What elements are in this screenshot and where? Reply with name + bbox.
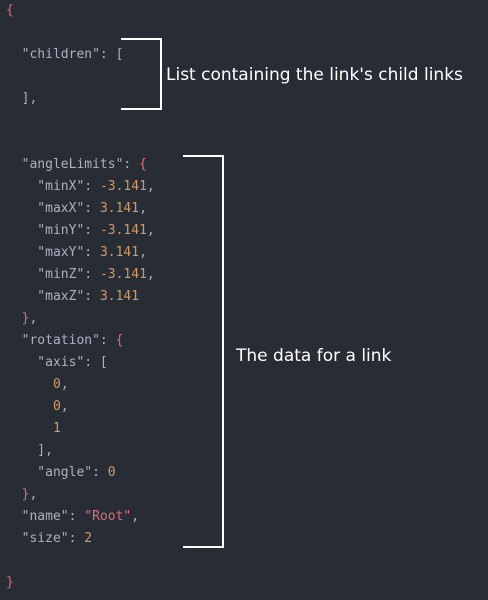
code-line: "maxZ": 3.141 xyxy=(6,286,139,308)
code-token: "minZ" xyxy=(6,267,85,282)
code-token: ], xyxy=(6,443,53,458)
code-token: , xyxy=(29,311,38,326)
code-token: : xyxy=(123,157,140,172)
code-line: "minX": -3.141, xyxy=(6,176,155,198)
code-token: "maxZ" xyxy=(6,289,85,304)
code-token: 1 xyxy=(6,421,61,436)
code-token: 0 xyxy=(107,465,116,480)
code-token: "children" xyxy=(6,47,100,62)
code-line: "name": "Root", xyxy=(6,506,139,528)
code-line: "minZ": -3.141, xyxy=(6,264,155,286)
code-token: "size" xyxy=(6,531,69,546)
code-token: "Root" xyxy=(84,509,132,524)
code-line: ], xyxy=(6,440,53,462)
code-line: "minY": -3.141, xyxy=(6,220,155,242)
code-token: ], xyxy=(6,91,38,106)
code-line: ], xyxy=(6,88,38,110)
code-token: : xyxy=(99,333,116,348)
code-line: "maxX": 3.141, xyxy=(6,198,147,220)
code-line: 1 xyxy=(6,418,61,440)
code-token: "maxY" xyxy=(6,245,85,260)
code-token: : xyxy=(92,465,108,480)
code-line: "axis": [ xyxy=(6,352,108,374)
code-line: { xyxy=(6,0,14,22)
code-token: "angle" xyxy=(6,465,93,480)
code-token: { xyxy=(139,157,147,172)
code-token: -3.141 xyxy=(99,179,147,194)
code-token: -3.141 xyxy=(99,267,147,282)
code-token: : xyxy=(84,289,100,304)
children-bracket xyxy=(121,38,162,110)
code-token: "axis" xyxy=(6,355,85,370)
code-line: "maxY": 3.141, xyxy=(6,242,147,264)
code-token: "name" xyxy=(6,509,69,524)
code-token: 3.141 xyxy=(99,289,140,304)
code-token: : xyxy=(84,223,100,238)
code-token: "maxX" xyxy=(6,201,85,216)
code-token: , xyxy=(146,179,155,194)
code-token: 0 xyxy=(6,377,61,392)
code-line: "children": [ xyxy=(6,44,124,66)
code-token: 3.141 xyxy=(99,201,140,216)
code-token: , xyxy=(29,487,38,502)
code-line: }, xyxy=(6,484,38,506)
code-line: "angle": 0 xyxy=(6,462,116,484)
code-token: , xyxy=(60,377,69,392)
code-token: } xyxy=(6,575,14,590)
code-token: : xyxy=(84,267,100,282)
code-token: , xyxy=(146,267,155,282)
code-token: , xyxy=(139,245,147,260)
code-token: : xyxy=(84,201,100,216)
link-data-annotation: The data for a link xyxy=(236,346,392,366)
code-line: "size": 2 xyxy=(6,528,92,550)
code-line: } xyxy=(6,572,14,594)
code-token: 0 xyxy=(6,399,61,414)
code-token: , xyxy=(139,201,147,216)
code-token: : [ xyxy=(84,355,108,370)
code-token: : xyxy=(84,245,100,260)
code-token: : xyxy=(68,509,85,524)
code-token: , xyxy=(131,509,140,524)
code-token: { xyxy=(6,3,14,18)
code-token: { xyxy=(115,333,124,348)
code-token: "angleLimits" xyxy=(6,157,124,172)
code-token: "minX" xyxy=(6,179,85,194)
code-line: }, xyxy=(6,308,38,330)
code-token: "rotation" xyxy=(6,333,100,348)
code-token: : xyxy=(84,179,100,194)
link-data-bracket xyxy=(183,155,224,548)
code-token: : [ xyxy=(99,47,124,62)
code-token: 2 xyxy=(84,531,93,546)
code-token: 3.141 xyxy=(99,245,140,260)
code-line: 0, xyxy=(6,374,69,396)
code-token: -3.141 xyxy=(99,223,147,238)
code-token: , xyxy=(146,223,155,238)
children-annotation: List containing the link's child links xyxy=(166,65,463,85)
code-token: "minY" xyxy=(6,223,85,238)
code-line: "angleLimits": { xyxy=(6,154,147,176)
code-token: : xyxy=(68,531,85,546)
code-line: 0, xyxy=(6,396,69,418)
code-token: , xyxy=(60,399,69,414)
code-line: "rotation": { xyxy=(6,330,124,352)
